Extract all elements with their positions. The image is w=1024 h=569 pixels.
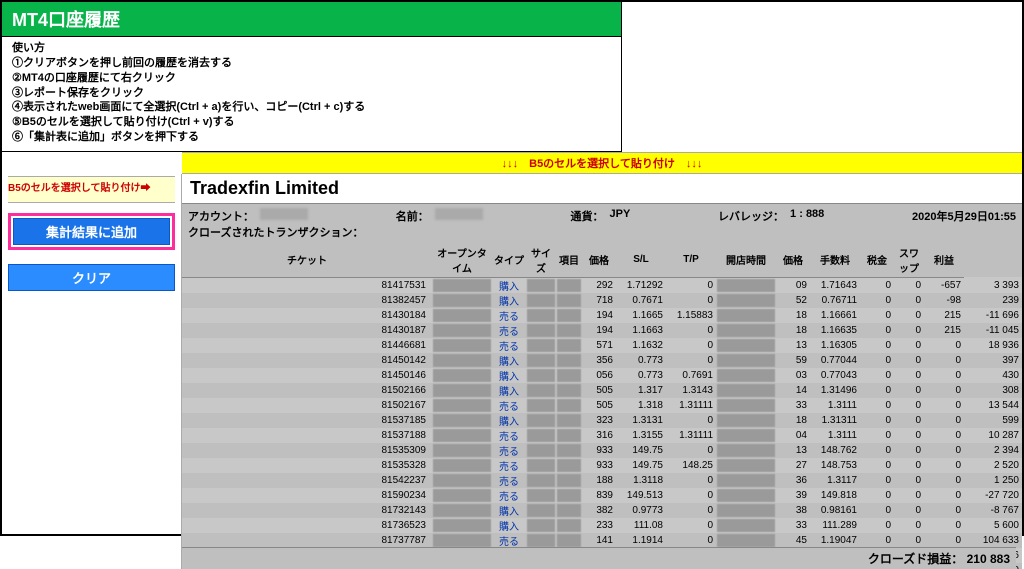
table-row: 81450146購入0560.7730.7691030.77043000430 [182, 368, 1022, 383]
closed-pl-value: 210 883 [967, 552, 1010, 566]
table-row: 81736523購入233111.08033111.2890005 600 [182, 518, 1022, 533]
col-header: チケット [182, 243, 432, 278]
instr-line: ②MT4の口座履歴にて右クリック [12, 71, 611, 86]
report-panel: Tradexfin Limited アカウント： 名前： 通貨： JPY レバレッ… [182, 174, 1022, 569]
instr-line: ③レポート保存をクリック [12, 86, 611, 101]
company-name: Tradexfin Limited [182, 174, 1022, 204]
col-header: 価格 [582, 243, 616, 278]
table-row: 81737787売る1411.19140451.19047000104 633 [182, 533, 1022, 548]
table-row: 81537185購入3231.31310181.31311000599 [182, 413, 1022, 428]
name-label: 名前： [396, 208, 429, 224]
name-value-blur [435, 208, 483, 220]
instr-line: ⑤B5のセルを選択して貼り付け(Ctrl + v)する [12, 115, 611, 130]
yellow-hint-bar: ↓↓↓ B5のセルを選択して貼り付け ↓↓↓ [182, 152, 1022, 174]
col-header: 税金 [860, 243, 894, 278]
currency-value: JPY [610, 208, 631, 224]
closed-tx-label: クローズされたトランザクション： [182, 224, 1022, 243]
table-row: 81502166購入5051.3171.3143141.31496000308 [182, 383, 1022, 398]
instr-line: ⑥「集計表に追加」ボタンを押下する [12, 130, 611, 145]
leverage-value: 1 : 888 [790, 208, 824, 224]
col-header: スワップ [894, 243, 924, 278]
col-header: タイプ [492, 243, 526, 278]
table-row: 81732143購入3820.97730380.98161000-8 767 [182, 503, 1022, 518]
table-row: 81417531購入2921.712920091.7164300-6573 39… [182, 277, 1022, 293]
col-header: 利益 [924, 243, 964, 278]
currency-label: 通貨： [571, 208, 604, 224]
col-header: S/L [616, 243, 666, 278]
table-row: 81430184売る1941.16651.15883181.1666100215… [182, 308, 1022, 323]
instr-line: 使い方 [12, 41, 611, 56]
table-row: 81537188売る3161.31551.31111041.311100010 … [182, 428, 1022, 443]
page-title: MT4口座履歴 [2, 2, 621, 37]
instr-line: ①クリアボタンを押し前回の履歴を消去する [12, 56, 611, 71]
table-row: 81446681売る5711.16320131.1630500018 936 [182, 338, 1022, 353]
table-row: 81382457購入7180.76710520.7671100-98239 [182, 293, 1022, 308]
col-header: T/P [666, 243, 716, 278]
transactions-table: チケットオープンタイムタイプサイズ項目価格S/LT/P開店時間価格手数料税金スワ… [182, 243, 1022, 569]
col-header: オープンタイム [432, 243, 492, 278]
closed-pl-label: クローズド損益： [868, 552, 963, 566]
col-header: 項目 [556, 243, 582, 278]
table-row: 81590234売る839149.513039149.818000-27 720 [182, 488, 1022, 503]
col-header: 開店時間 [716, 243, 776, 278]
paste-hint: B5のセルを選択して貼り付け➡ [8, 176, 175, 203]
header-box: MT4口座履歴 使い方 ①クリアボタンを押し前回の履歴を消去する ②MT4の口座… [2, 2, 622, 152]
table-row: 81502167売る5051.3181.31111331.311100013 5… [182, 398, 1022, 413]
instr-line: ④表示されたweb画面にて全選択(Ctrl + a)を行い、コピー(Ctrl +… [12, 100, 611, 115]
col-header: 価格 [776, 243, 810, 278]
report-date: 2020年5月29日01:55 [912, 208, 1016, 224]
add-button-highlight: 集計結果に追加 [8, 213, 175, 250]
table-row: 81535309売る933149.75013148.7620002 394 [182, 443, 1022, 458]
table-row: 81450142購入3560.7730590.77044000397 [182, 353, 1022, 368]
col-header: 手数料 [810, 243, 860, 278]
instructions: 使い方 ①クリアボタンを押し前回の履歴を消去する ②MT4の口座履歴にて右クリッ… [2, 37, 621, 151]
col-header: サイズ [526, 243, 556, 278]
account-row: アカウント： 名前： 通貨： JPY レバレッジ： 1 : 888 2020年5月2… [182, 204, 1022, 224]
left-panel: B5のセルを選択して貼り付け➡ 集計結果に追加 クリア [2, 174, 182, 569]
table-row: 81542237売る1881.31180361.31170001 250 [182, 473, 1022, 488]
table-row: 81535328売る933149.75148.2527148.7530002 5… [182, 458, 1022, 473]
leverage-label: レバレッジ： [718, 208, 784, 224]
add-to-summary-button[interactable]: 集計結果に追加 [13, 218, 170, 245]
table-row: 81430187売る1941.16630181.1663500215-11 04… [182, 323, 1022, 338]
account-value-blur [260, 208, 308, 220]
closed-pl-footer: クローズド損益： 210 883 [182, 547, 1016, 569]
clear-button[interactable]: クリア [8, 264, 175, 291]
account-label: アカウント： [188, 208, 254, 224]
